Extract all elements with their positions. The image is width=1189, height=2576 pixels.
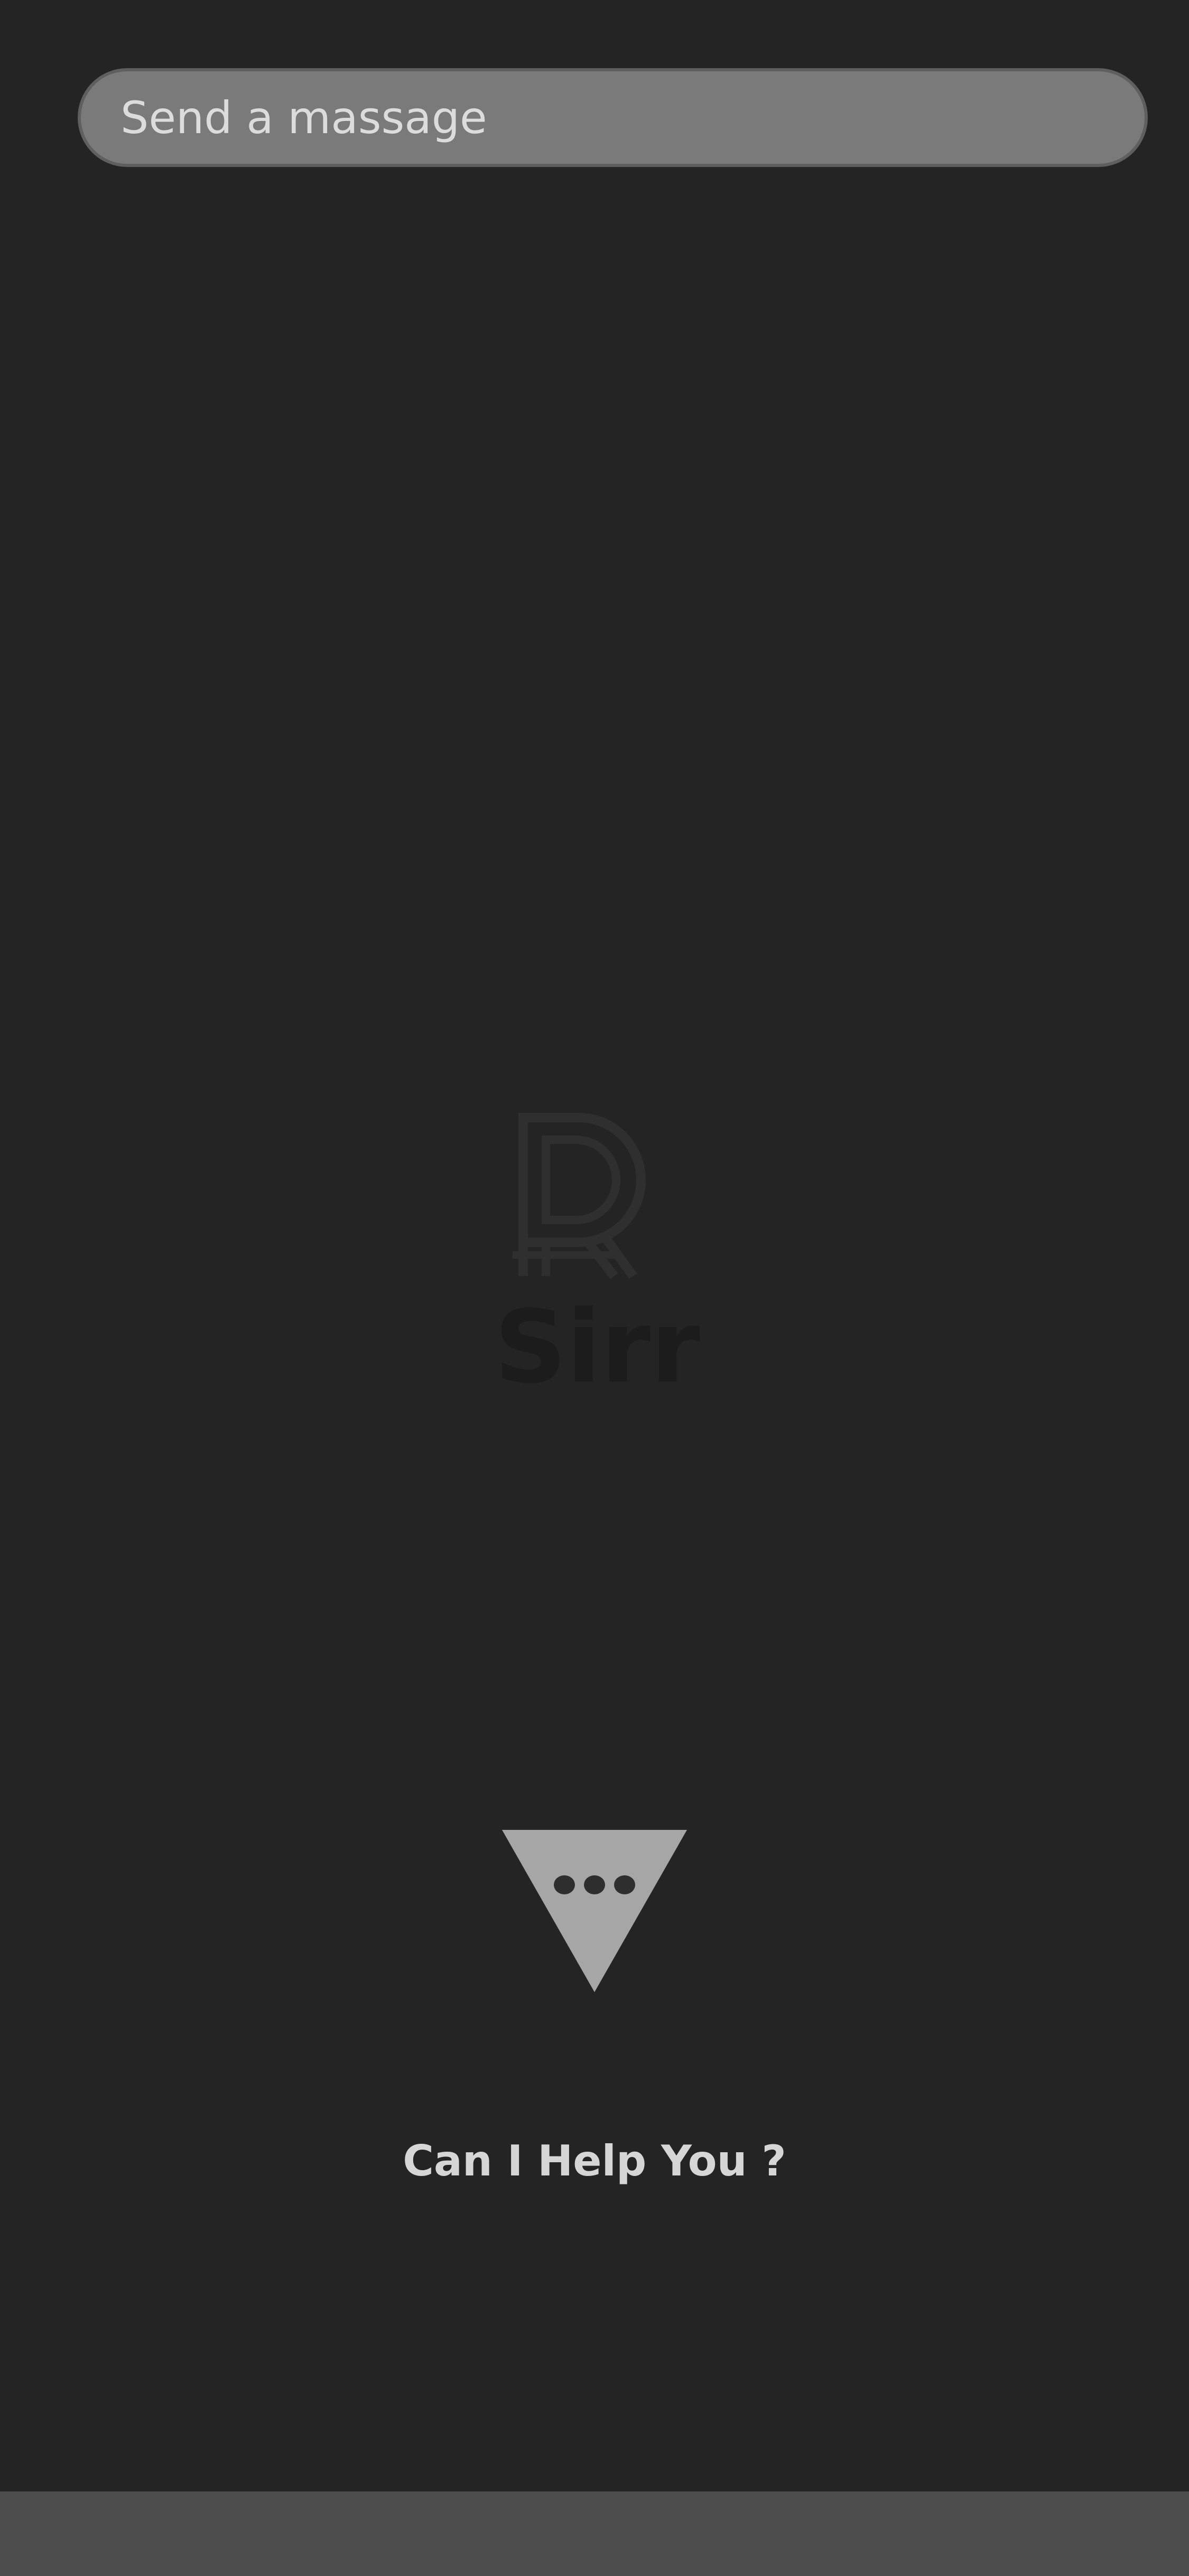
bottom-bar bbox=[0, 2491, 1189, 2576]
message-input[interactable] bbox=[81, 71, 1145, 164]
logo-brand-name: Sirr bbox=[494, 1289, 700, 1398]
message-bar[interactable] bbox=[78, 68, 1148, 167]
typing-dots-triangle-icon bbox=[502, 1830, 687, 1992]
sirr-logo-icon: Sirr bbox=[494, 1113, 700, 1398]
help-prompt-text: Can I Help You ? bbox=[403, 2136, 786, 2186]
